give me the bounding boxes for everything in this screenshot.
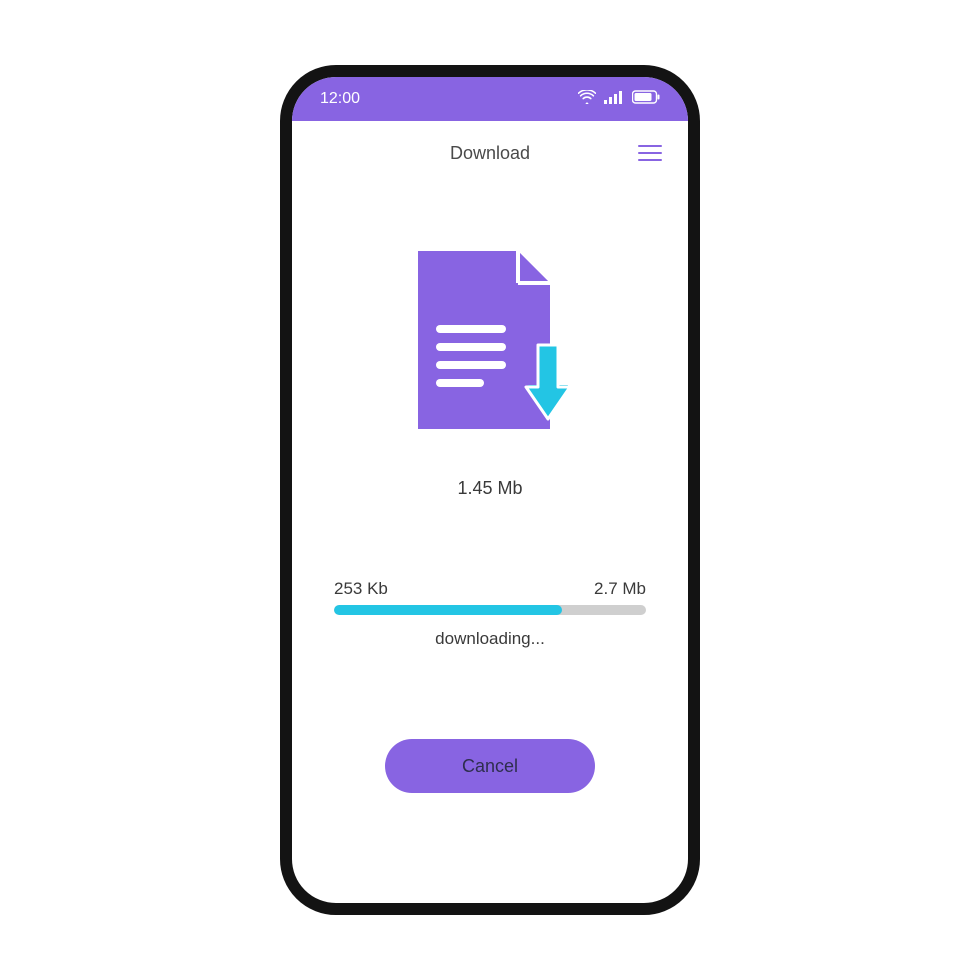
status-icons	[578, 90, 660, 109]
total-amount: 2.7 Mb	[594, 579, 646, 599]
cancel-button-label: Cancel	[462, 756, 518, 776]
signal-icon	[604, 90, 624, 109]
download-status-text: downloading...	[334, 629, 646, 649]
progress-fill	[334, 605, 562, 615]
downloaded-amount: 253 Kb	[334, 579, 388, 599]
app-header: Download	[292, 121, 688, 185]
battery-icon	[632, 90, 660, 109]
wifi-icon	[578, 90, 596, 109]
file-download-icon	[400, 245, 580, 450]
page-title: Download	[450, 143, 530, 164]
file-size-label: 1.45 Mb	[457, 478, 522, 499]
progress-bar	[334, 605, 646, 615]
hamburger-menu-icon[interactable]	[638, 145, 662, 161]
status-bar: 12:00	[292, 77, 688, 121]
status-time: 12:00	[320, 90, 360, 108]
cancel-button[interactable]: Cancel	[385, 739, 595, 793]
phone-frame: 12:00	[280, 65, 700, 915]
progress-section: 253 Kb 2.7 Mb downloading...	[326, 579, 654, 649]
main-content: 1.45 Mb 253 Kb 2.7 Mb downloading... Can…	[292, 185, 688, 793]
